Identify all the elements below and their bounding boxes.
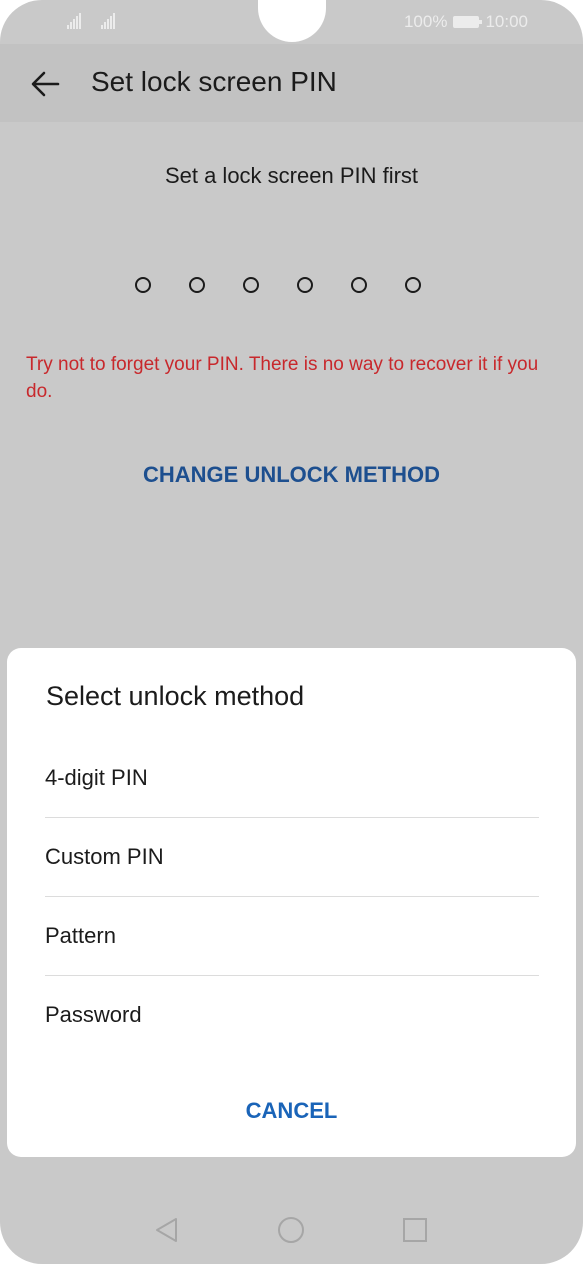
option-pattern[interactable]: Pattern (45, 897, 539, 976)
change-unlock-method-button[interactable]: CHANGE UNLOCK METHOD (0, 462, 583, 488)
pin-dot (243, 277, 259, 293)
signal-icon (67, 13, 81, 29)
status-right: 100% 10:00 (404, 12, 528, 32)
option-custom-pin[interactable]: Custom PIN (45, 818, 539, 897)
pin-dot (135, 277, 151, 293)
pin-dot (189, 277, 205, 293)
signal-icon (101, 13, 115, 29)
home-circle-icon (278, 1217, 304, 1243)
recents-square-icon (403, 1218, 427, 1242)
option-4-digit-pin[interactable]: 4-digit PIN (45, 739, 539, 818)
navigation-bar (0, 1190, 583, 1264)
back-triangle-icon (156, 1218, 177, 1242)
pin-dot (297, 277, 313, 293)
app-bar: Set lock screen PIN (0, 44, 583, 122)
battery-icon (453, 16, 483, 28)
nav-recents-button[interactable] (401, 1216, 429, 1244)
battery-percent: 100% (403, 12, 448, 31)
nav-home-button[interactable] (277, 1216, 305, 1244)
option-password[interactable]: Password (45, 976, 539, 1054)
pin-dot (351, 277, 367, 293)
phone-screen: 100% 10:00 Set lock screen PIN Set a loc… (0, 0, 583, 1264)
arrow-left-icon (31, 71, 60, 97)
dialog-title: Select unlock method (46, 681, 305, 711)
clock: 10:00 (485, 12, 528, 31)
pin-dot (405, 277, 421, 293)
pin-heading: Set a lock screen PIN first (164, 163, 419, 188)
pin-warning-text: Try not to forget your PIN. There is no … (26, 354, 539, 402)
status-bar: 100% 10:00 (0, 0, 583, 44)
select-unlock-method-dialog: Select unlock method 4-digit PIN Custom … (7, 648, 576, 1157)
unlock-method-list: 4-digit PIN Custom PIN Pattern Password (45, 739, 539, 1054)
nav-back-button[interactable] (153, 1216, 181, 1244)
pin-entry-indicator (135, 277, 421, 293)
page-title: Set lock screen PIN (91, 66, 337, 97)
cancel-button[interactable]: CANCEL (7, 1098, 576, 1124)
back-button[interactable] (26, 64, 66, 104)
camera-notch (258, 0, 326, 42)
